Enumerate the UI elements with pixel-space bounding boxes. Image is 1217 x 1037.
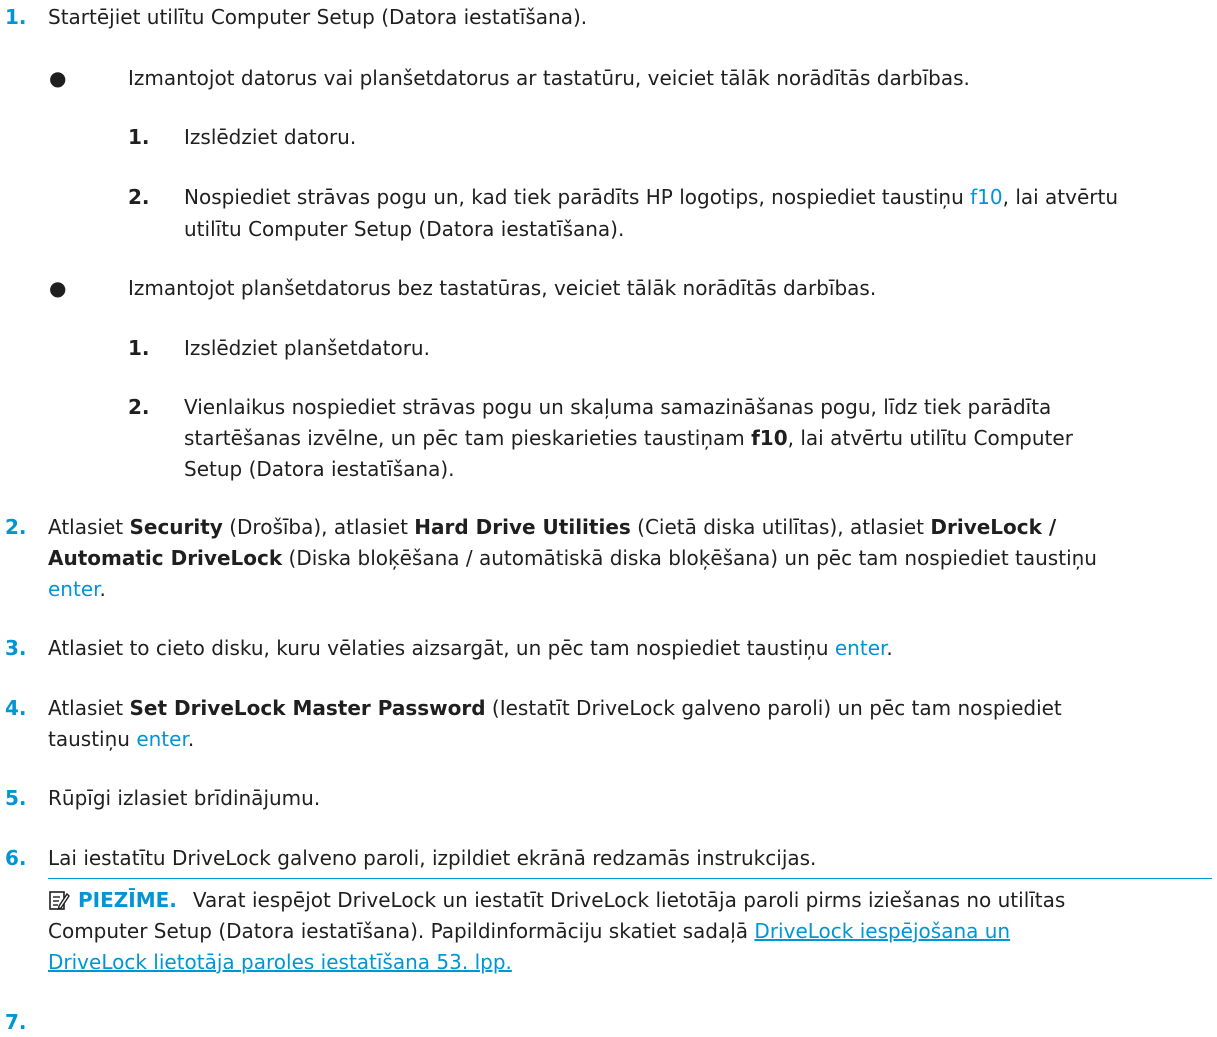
step-text: Rūpīgi izlasiet brīdinājumu. [48,786,321,810]
step-text-cont: Automatic DriveLock (Diska bloķēšana / a… [48,546,1097,570]
step-text: Atlasiet Security (Drošība), atlasiet Ha… [48,515,1057,539]
substep-number: 1. [128,336,150,360]
key-f10: f10 [751,426,788,450]
bullet-text: Izmantojot datorus vai planšetdatorus ar… [128,66,970,90]
step-number: 6. [5,846,27,870]
note-top-rule [48,878,1212,879]
bullet-text: Izmantojot planšetdatorus bez tastatūras… [128,276,877,300]
substep-text: Nospiediet strāvas pogu un, kad tiek par… [184,185,1119,209]
substep-number: 2. [128,185,150,209]
note-text: Varat iespējot DriveLock un iestatīt Dri… [192,888,1066,912]
substep-number: 2. [128,395,150,419]
substep-number: 1. [128,125,150,149]
key-enter: enter [136,727,188,751]
note-box: PIEZĪME. Varat iespējot DriveLock un iest… [48,885,1065,919]
note-link[interactable]: DriveLock lietotāja paroles iestatīšana … [48,950,512,974]
substep-text-cont: Setup (Datora iestatīšana). [184,457,455,481]
note-text-cont: DriveLock lietotāja paroles iestatīšana … [48,947,512,977]
note-link[interactable]: DriveLock iespējošana un [754,919,1010,943]
bullet-icon: ● [49,66,67,90]
bullet-icon: ● [49,276,67,300]
substep-text-cont: startēšanas izvēlne, un pēc tam pieskari… [184,426,1073,450]
key-f10: f10 [970,185,1003,209]
step-number: 3. [5,636,27,660]
key-enter: enter [48,577,100,601]
substep-text: Izslēdziet datoru. [184,125,357,149]
step-text-cont: enter. [48,577,106,601]
note-text-cont: Computer Setup (Datora iestatīšana). Pap… [48,919,1011,943]
substep-text: Izslēdziet planšetdatoru. [184,336,430,360]
step-number: 4. [5,696,27,720]
step-text: Lai iestatītu DriveLock galveno paroli, … [48,846,817,870]
note-label: PIEZĪME. [78,888,177,912]
step-text: Startējiet utilītu Computer Setup (Dator… [48,5,588,29]
step-number: 7. [5,1010,27,1034]
step-number: 2. [5,515,27,539]
step-text: Atlasiet to cieto disku, kuru vēlaties a… [48,636,893,660]
substep-text-cont: utilītu Computer Setup (Datora iestatīša… [184,217,625,241]
step-text-cont: taustiņu enter. [48,727,195,751]
substep-text: Vienlaikus nospiediet strāvas pogu un sk… [184,395,1052,419]
document-page: 1. Startējiet utilītu Computer Setup (Da… [0,0,1217,1034]
key-enter: enter [834,636,887,660]
step-text: Atlasiet Set DriveLock Master Password (… [48,696,1062,720]
note-icon [48,889,70,919]
step-number: 1. [5,5,27,29]
step-number: 5. [5,786,27,810]
